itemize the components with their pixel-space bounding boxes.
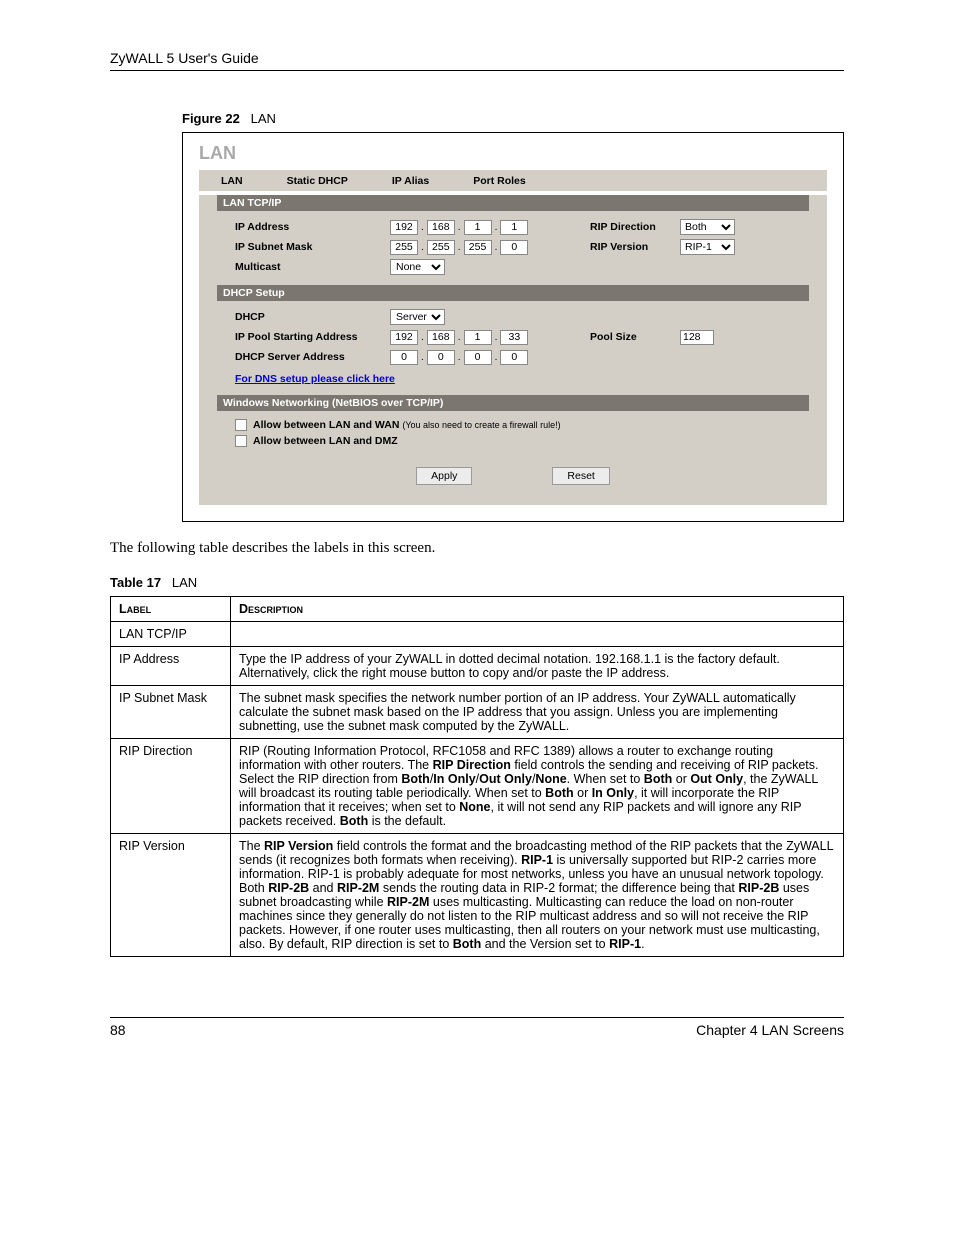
- row-description: RIP (Routing Information Protocol, RFC10…: [231, 739, 844, 834]
- dhcp-server-d[interactable]: [500, 350, 528, 365]
- dhcp-server-a[interactable]: [390, 350, 418, 365]
- figure-caption: Figure 22 LAN: [182, 111, 844, 126]
- pool-start-label: IP Pool Starting Address: [235, 331, 390, 343]
- dhcp-server-b[interactable]: [427, 350, 455, 365]
- dns-setup-link[interactable]: For DNS setup please click here: [235, 373, 395, 385]
- subnet-c[interactable]: [464, 240, 492, 255]
- row-label: IP Subnet Mask: [111, 686, 231, 739]
- figure-title: LAN: [251, 111, 276, 126]
- tab-lan[interactable]: LAN: [199, 170, 265, 191]
- page-footer: 88 Chapter 4 LAN Screens: [110, 1017, 844, 1038]
- figure-label: Figure 22: [182, 111, 240, 126]
- tab-static-dhcp[interactable]: Static DHCP: [265, 170, 370, 191]
- subnet-mask-label: IP Subnet Mask: [235, 241, 390, 253]
- multicast-select[interactable]: None: [390, 259, 445, 275]
- row-label: IP Address: [111, 647, 231, 686]
- page-header: ZyWALL 5 User's Guide: [110, 50, 844, 71]
- pool-start-c[interactable]: [464, 330, 492, 345]
- chapter-label: Chapter 4 LAN Screens: [696, 1022, 844, 1038]
- table-row: RIP VersionThe RIP Version field control…: [111, 834, 844, 957]
- row-description: The RIP Version field controls the forma…: [231, 834, 844, 957]
- row-label: RIP Version: [111, 834, 231, 957]
- th-description: Description: [231, 597, 844, 622]
- allow-lan-dmz-checkbox[interactable]: [235, 435, 247, 447]
- row-description: Type the IP address of your ZyWALL in do…: [231, 647, 844, 686]
- screenshot-frame: LAN LAN Static DHCP IP Alias Port Roles …: [182, 132, 844, 522]
- rip-direction-label: RIP Direction: [590, 221, 680, 233]
- row-description: [231, 622, 844, 647]
- table-row: RIP DirectionRIP (Routing Information Pr…: [111, 739, 844, 834]
- guide-title: ZyWALL 5 User's Guide: [110, 50, 259, 66]
- row-description: The subnet mask specifies the network nu…: [231, 686, 844, 739]
- lan-panel: LAN TCP/IP IP Address . . . RIP Directio…: [199, 195, 827, 505]
- table-row: IP Subnet MaskThe subnet mask specifies …: [111, 686, 844, 739]
- subnet-a[interactable]: [390, 240, 418, 255]
- subnet-b[interactable]: [427, 240, 455, 255]
- multicast-label: Multicast: [235, 261, 390, 273]
- pool-size-input[interactable]: [680, 330, 714, 345]
- rip-version-select[interactable]: RIP-1: [680, 239, 735, 255]
- tab-port-roles[interactable]: Port Roles: [451, 170, 548, 191]
- table-row: IP AddressType the IP address of your Zy…: [111, 647, 844, 686]
- section-dhcp-setup: DHCP Setup: [217, 285, 809, 301]
- tab-bar: LAN Static DHCP IP Alias Port Roles: [199, 170, 827, 191]
- section-lan-tcpip: LAN TCP/IP: [217, 195, 809, 211]
- dhcp-server-label: DHCP Server Address: [235, 351, 390, 363]
- pool-start-d[interactable]: [500, 330, 528, 345]
- allow-lan-dmz-label: Allow between LAN and DMZ: [253, 435, 398, 447]
- screenshot-heading: LAN: [199, 143, 827, 164]
- table-label: Table 17: [110, 575, 161, 590]
- dhcp-server-c[interactable]: [464, 350, 492, 365]
- tab-ip-alias[interactable]: IP Alias: [370, 170, 451, 191]
- ip-address-a[interactable]: [390, 220, 418, 235]
- table-caption: Table 17 LAN: [110, 575, 844, 590]
- ip-address-c[interactable]: [464, 220, 492, 235]
- description-table: Label Description LAN TCP/IPIP AddressTy…: [110, 596, 844, 957]
- table-row: LAN TCP/IP: [111, 622, 844, 647]
- ip-address-label: IP Address: [235, 221, 390, 233]
- page-number: 88: [110, 1022, 126, 1038]
- rip-version-label: RIP Version: [590, 241, 680, 253]
- intro-paragraph: The following table describes the labels…: [110, 540, 844, 557]
- allow-lan-wan-note: (You also need to create a firewall rule…: [402, 420, 560, 430]
- dhcp-select[interactable]: Server: [390, 309, 445, 325]
- row-label: LAN TCP/IP: [111, 622, 231, 647]
- ip-address-d[interactable]: [500, 220, 528, 235]
- allow-lan-wan-label: Allow between LAN and WAN: [253, 419, 399, 431]
- dhcp-label: DHCP: [235, 311, 390, 323]
- apply-button[interactable]: Apply: [416, 467, 472, 485]
- subnet-d[interactable]: [500, 240, 528, 255]
- pool-start-a[interactable]: [390, 330, 418, 345]
- pool-size-label: Pool Size: [590, 331, 680, 343]
- th-label: Label: [111, 597, 231, 622]
- pool-start-b[interactable]: [427, 330, 455, 345]
- rip-direction-select[interactable]: Both: [680, 219, 735, 235]
- section-netbios: Windows Networking (NetBIOS over TCP/IP): [217, 395, 809, 411]
- table-title: LAN: [172, 575, 197, 590]
- row-label: RIP Direction: [111, 739, 231, 834]
- allow-lan-wan-checkbox[interactable]: [235, 419, 247, 431]
- reset-button[interactable]: Reset: [552, 467, 609, 485]
- ip-address-b[interactable]: [427, 220, 455, 235]
